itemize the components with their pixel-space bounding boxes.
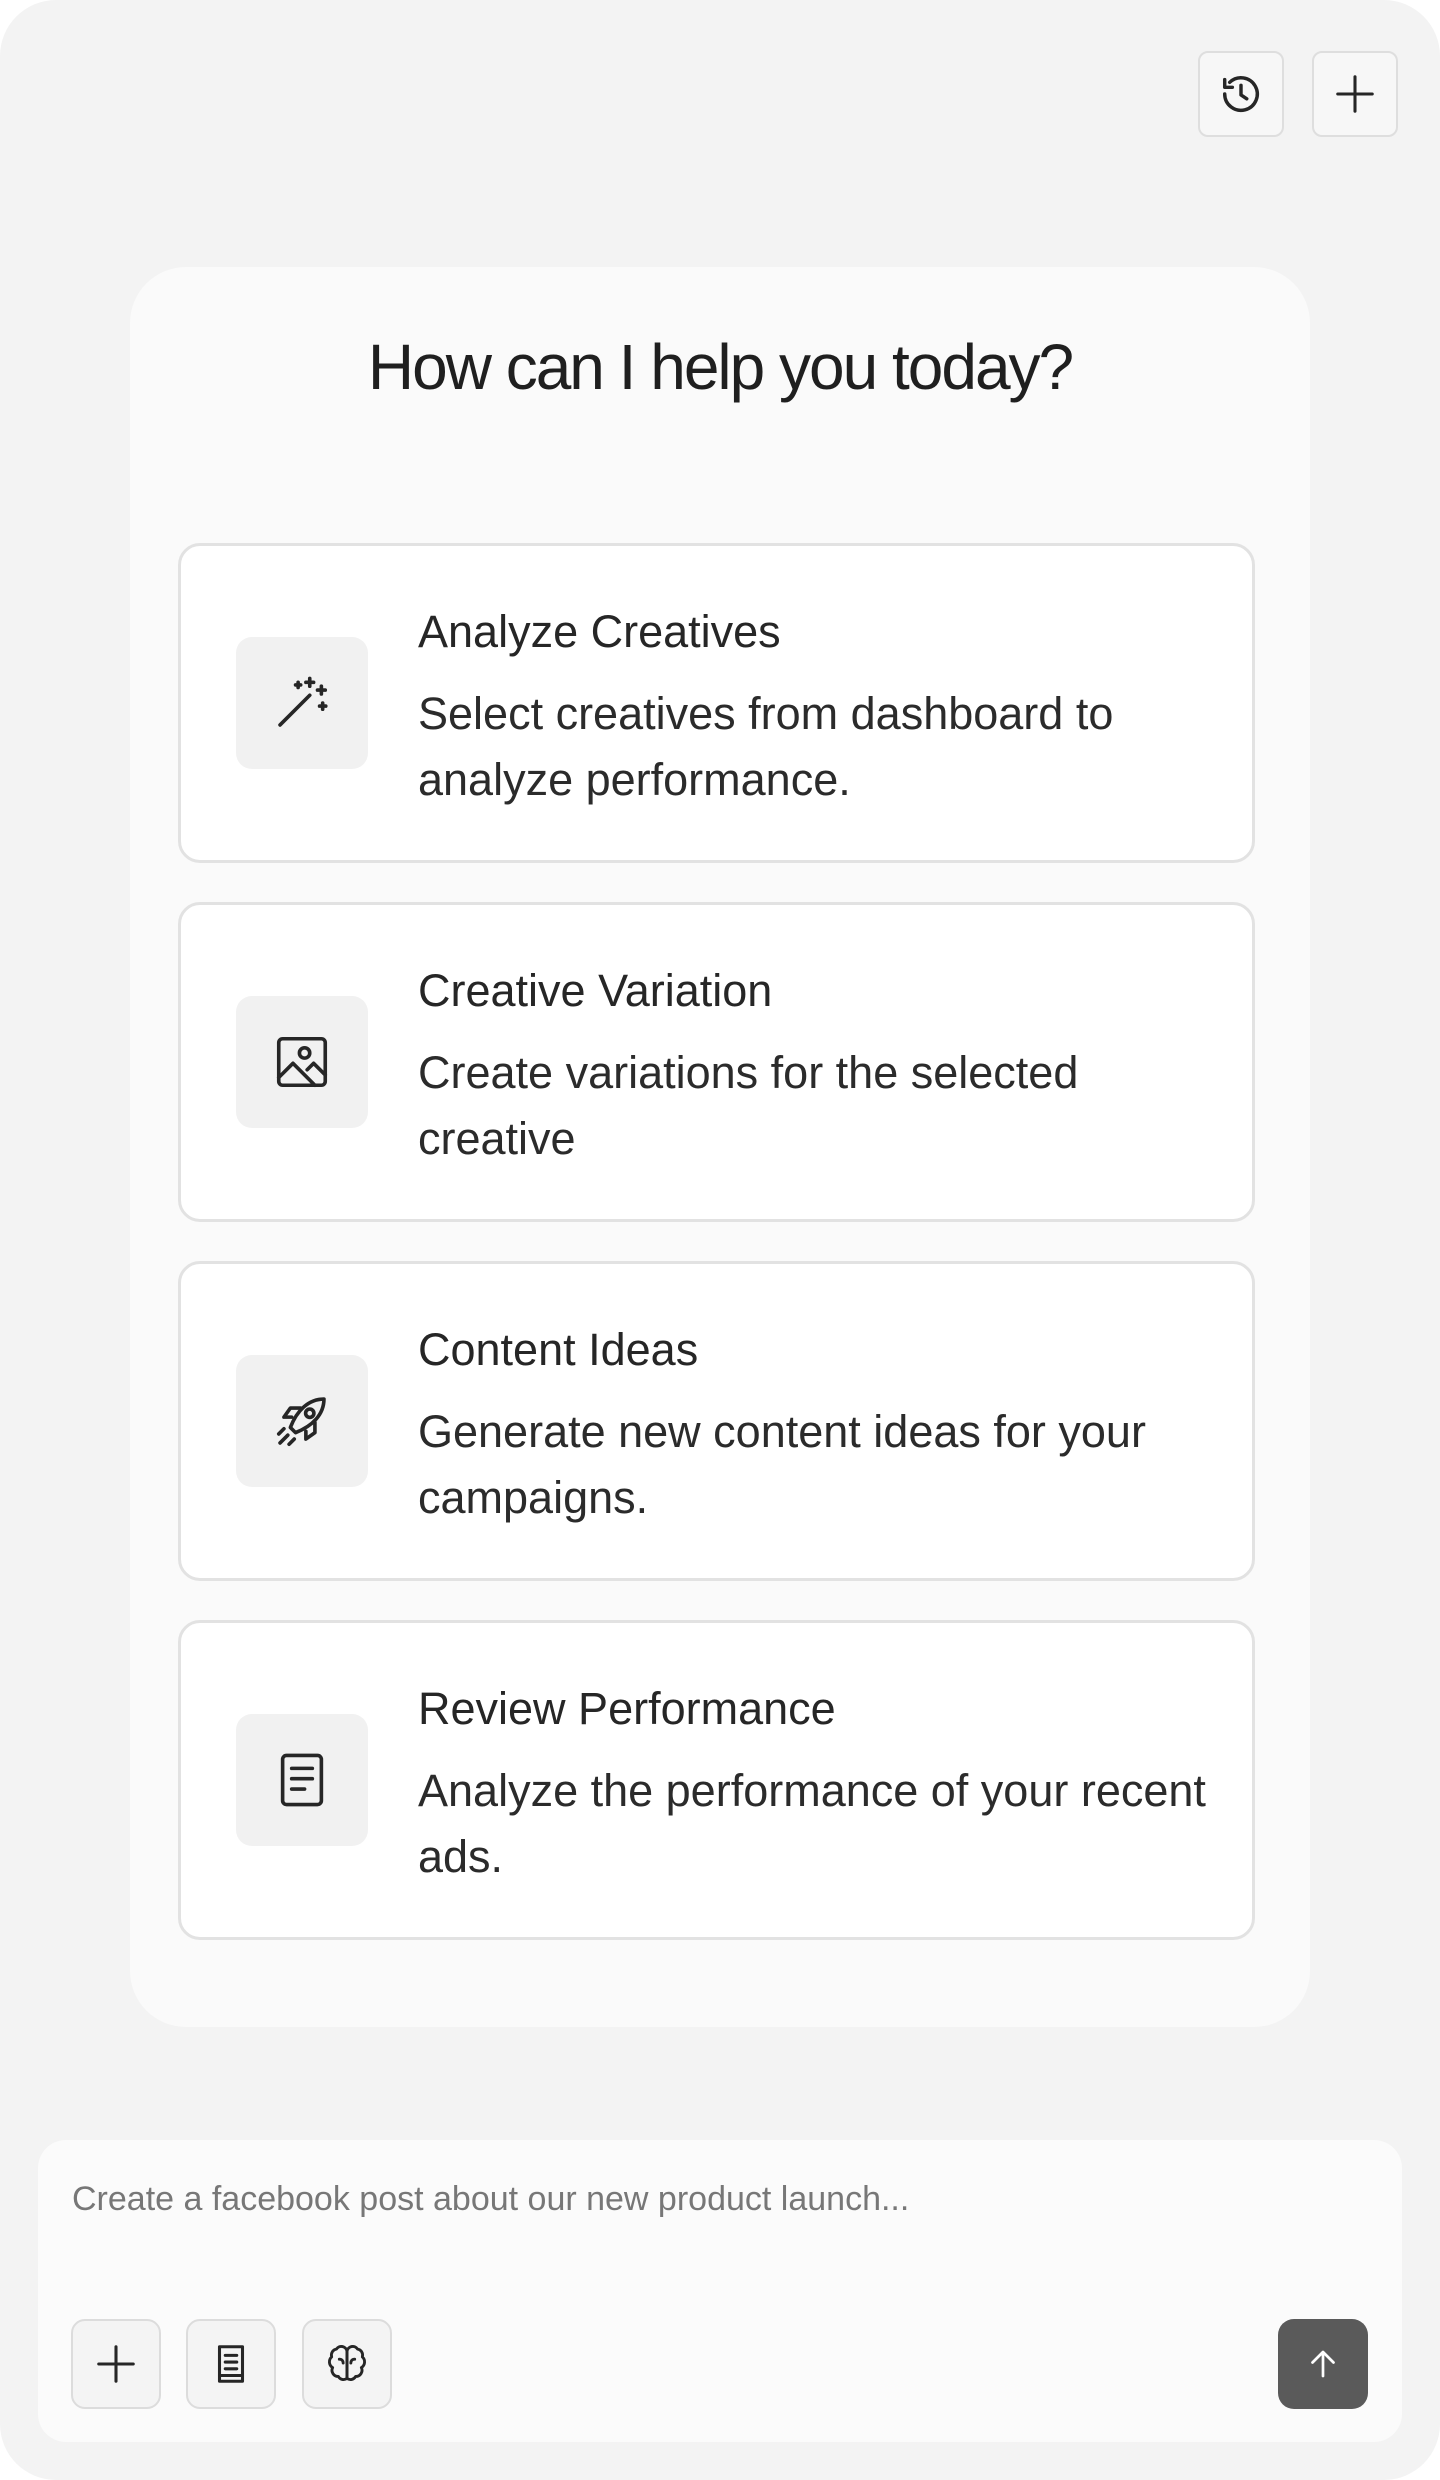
card-content-ideas[interactable]: Content Ideas Generate new content ideas… (178, 1261, 1255, 1581)
plus-icon (1336, 75, 1374, 113)
card-description: Analyze the performance of your recent a… (418, 1765, 1206, 1882)
card-description: Create variations for the selected creat… (418, 1047, 1079, 1164)
document-icon (280, 1753, 324, 1807)
attach-button[interactable] (71, 2319, 161, 2409)
card-icon-tile (236, 1355, 368, 1487)
library-button[interactable] (186, 2319, 276, 2409)
brain-button[interactable] (302, 2319, 392, 2409)
arrow-up-icon (1311, 2350, 1335, 2378)
message-input[interactable] (72, 2180, 1272, 2219)
card-analyze-creatives[interactable]: Analyze Creatives Select creatives from … (178, 543, 1255, 863)
notebook-icon (217, 2345, 245, 2383)
history-icon (1222, 76, 1259, 113)
brain-icon (328, 2345, 366, 2381)
rocket-icon (276, 1397, 326, 1447)
card-title: Review Performance (418, 1683, 836, 1734)
new-chat-button[interactable] (1312, 51, 1398, 137)
card-title: Analyze Creatives (418, 606, 781, 657)
magic-wand-icon (278, 676, 328, 727)
image-icon (276, 1036, 328, 1088)
card-review-performance[interactable]: Review Performance Analyze the performan… (178, 1620, 1255, 1940)
card-description: Select creatives from dashboard to analy… (418, 688, 1114, 805)
page-title: How can I help you today? (367, 331, 1074, 403)
card-creative-variation[interactable]: Creative Variation Create variations for… (178, 902, 1255, 1222)
history-button[interactable] (1198, 51, 1284, 137)
card-icon-tile (236, 637, 368, 769)
plus-icon (97, 2345, 135, 2383)
message-composer (38, 2140, 1402, 2442)
assistant-app: How can I help you today? Analyze Creati… (0, 0, 1440, 2480)
card-icon-tile (236, 1714, 368, 1846)
card-icon-tile (236, 996, 368, 1128)
send-button[interactable] (1278, 2319, 1368, 2409)
card-title: Creative Variation (418, 965, 773, 1016)
card-description: Generate new content ideas for your camp… (418, 1406, 1146, 1523)
card-title: Content Ideas (418, 1324, 699, 1375)
